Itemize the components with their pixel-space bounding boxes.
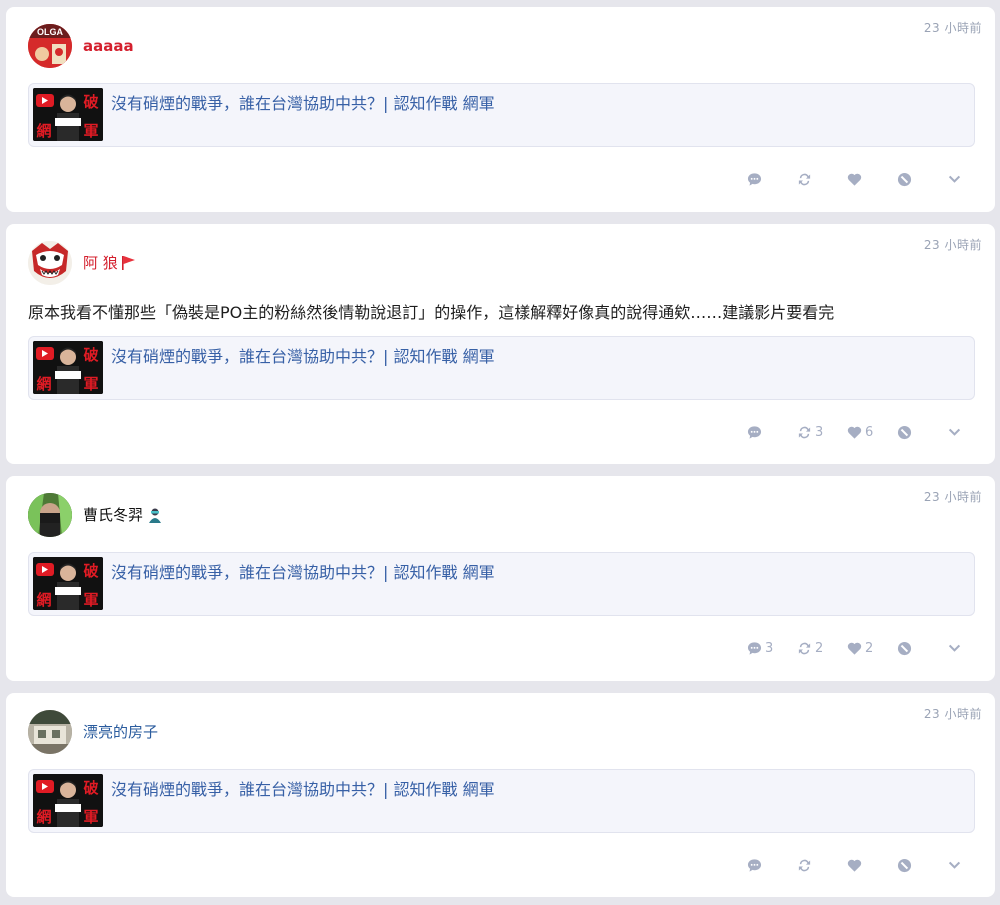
chevron-down-icon <box>948 644 961 652</box>
thumb-char: 破 <box>83 779 98 797</box>
reply-count: 3 <box>765 640 774 656</box>
heart-icon <box>847 426 862 439</box>
video-thumbnail[interactable]: 破 網 軍 <box>33 557 103 610</box>
repost-button[interactable]: 3 <box>797 422 847 442</box>
person-emoji-icon <box>149 508 162 523</box>
thumb-char: 破 <box>83 93 98 111</box>
post-card: 23 小時前 曹氏冬羿 破 網 軍 沒有硝煙的戰爭，誰在台灣協助中共？| 認知作… <box>6 476 995 681</box>
avatar[interactable] <box>28 241 72 285</box>
user-name[interactable]: 阿 狼 <box>83 253 135 273</box>
link-preview-card[interactable]: 破 網 軍 沒有硝煙的戰爭，誰在台灣協助中共？| 認知作戰 網軍 <box>28 552 975 616</box>
reply-icon <box>747 172 762 186</box>
user-name[interactable]: aaaaa <box>83 36 134 56</box>
repost-icon <box>798 426 811 438</box>
block-icon <box>897 641 912 655</box>
repost-button[interactable]: 2 <box>797 638 847 658</box>
repost-icon <box>798 642 811 654</box>
thumb-char: 軍 <box>83 808 98 826</box>
user-name-text[interactable]: aaaaa <box>83 36 134 56</box>
reply-icon <box>747 858 762 872</box>
post-text: 原本我看不懂那些「偽裝是PO主的粉絲然後情勒說退訂」的操作，這樣解釋好像真的說得… <box>28 303 835 322</box>
post-timestamp[interactable]: 23 小時前 <box>924 236 982 253</box>
link-title[interactable]: 沒有硝煙的戰爭，誰在台灣協助中共？| 認知作戰 網軍 <box>111 343 495 367</box>
like-button[interactable] <box>847 855 897 875</box>
chevron-down-icon <box>948 175 961 183</box>
chevron-down-icon <box>948 428 961 436</box>
heart-icon <box>847 642 862 655</box>
video-thumbnail[interactable]: 破 網 軍 <box>33 341 103 394</box>
chevron-down-icon <box>948 861 961 869</box>
repost-count: 2 <box>815 640 824 656</box>
reply-icon <box>747 641 762 655</box>
thumb-char: 軍 <box>83 591 98 609</box>
post-timestamp[interactable]: 23 小時前 <box>924 488 982 505</box>
repost-button[interactable] <box>797 169 847 189</box>
user-name-text[interactable]: 阿 狼 <box>83 253 118 273</box>
reply-icon <box>747 425 762 439</box>
thumb-char: 破 <box>83 346 98 364</box>
post-card: 23 小時前 漂亮的房子 破 網 軍 沒有硝煙的戰爭，誰在台灣協助中共？| 認知… <box>6 693 995 897</box>
reply-button[interactable]: 3 <box>747 638 797 658</box>
link-preview-card[interactable]: 破 網 軍 沒有硝煙的戰爭，誰在台灣協助中共？| 認知作戰 網軍 <box>28 83 975 147</box>
post-actions <box>747 169 965 189</box>
link-title[interactable]: 沒有硝煙的戰爭，誰在台灣協助中共？| 認知作戰 網軍 <box>111 559 495 583</box>
avatar[interactable] <box>28 710 72 754</box>
like-count: 2 <box>865 640 874 656</box>
post-card: 23 小時前 OLGA aaaaa 破 網 軍 沒有硝煙的戰爭，誰在台灣協助中共… <box>6 7 995 212</box>
post-actions: 3 2 2 <box>747 638 965 658</box>
link-title[interactable]: 沒有硝煙的戰爭，誰在台灣協助中共？| 認知作戰 網軍 <box>111 776 495 800</box>
thumb-char: 網 <box>36 122 51 140</box>
like-button[interactable]: 6 <box>847 422 897 442</box>
video-thumbnail[interactable]: 破 網 軍 <box>33 88 103 141</box>
user-name[interactable]: 漂亮的房子 <box>83 722 158 742</box>
avatar-text: OLGA <box>37 27 63 37</box>
repost-icon <box>798 859 811 871</box>
thumb-char: 網 <box>36 808 51 826</box>
like-count: 6 <box>865 424 874 440</box>
block-icon <box>897 858 912 872</box>
repost-button[interactable] <box>797 855 847 875</box>
repost-icon <box>798 173 811 185</box>
avatar[interactable]: OLGA <box>28 24 72 68</box>
thumb-char: 網 <box>36 375 51 393</box>
video-thumbnail[interactable]: 破 網 軍 <box>33 774 103 827</box>
flag-icon <box>121 256 135 270</box>
post-card: 23 小時前 阿 狼 原本我看不懂那些「偽裝是PO主的粉絲然後情勒說退訂」的操作… <box>6 224 995 464</box>
like-button[interactable]: 2 <box>847 638 897 658</box>
heart-icon <box>847 859 862 872</box>
block-icon <box>897 172 912 186</box>
link-preview-card[interactable]: 破 網 軍 沒有硝煙的戰爭，誰在台灣協助中共？| 認知作戰 網軍 <box>28 769 975 833</box>
block-button[interactable] <box>897 855 947 875</box>
more-button[interactable] <box>947 855 965 875</box>
user-name[interactable]: 曹氏冬羿 <box>83 505 163 525</box>
post-actions <box>747 855 965 875</box>
user-name-text[interactable]: 曹氏冬羿 <box>83 505 143 525</box>
user-name-text[interactable]: 漂亮的房子 <box>83 722 158 742</box>
link-preview-card[interactable]: 破 網 軍 沒有硝煙的戰爭，誰在台灣協助中共？| 認知作戰 網軍 <box>28 336 975 400</box>
repost-count: 3 <box>815 424 824 440</box>
block-button[interactable] <box>897 422 947 442</box>
thumb-char: 破 <box>83 562 98 580</box>
more-button[interactable] <box>947 169 965 189</box>
post-feed: 23 小時前 OLGA aaaaa 破 網 軍 沒有硝煙的戰爭，誰在台灣協助中共… <box>0 0 1000 905</box>
reply-button[interactable] <box>747 422 797 442</box>
heart-icon <box>847 173 862 186</box>
block-icon <box>897 425 912 439</box>
thumb-char: 軍 <box>83 375 98 393</box>
reply-button[interactable] <box>747 855 797 875</box>
post-actions: 3 6 <box>747 422 965 442</box>
post-timestamp[interactable]: 23 小時前 <box>924 705 982 722</box>
post-timestamp[interactable]: 23 小時前 <box>924 19 982 36</box>
thumb-char: 軍 <box>83 122 98 140</box>
thumb-char: 網 <box>36 591 51 609</box>
like-button[interactable] <box>847 169 897 189</box>
link-title[interactable]: 沒有硝煙的戰爭，誰在台灣協助中共？| 認知作戰 網軍 <box>111 90 495 114</box>
reply-button[interactable] <box>747 169 797 189</box>
more-button[interactable] <box>947 638 965 658</box>
block-button[interactable] <box>897 169 947 189</box>
block-button[interactable] <box>897 638 947 658</box>
more-button[interactable] <box>947 422 965 442</box>
avatar[interactable] <box>28 493 72 537</box>
